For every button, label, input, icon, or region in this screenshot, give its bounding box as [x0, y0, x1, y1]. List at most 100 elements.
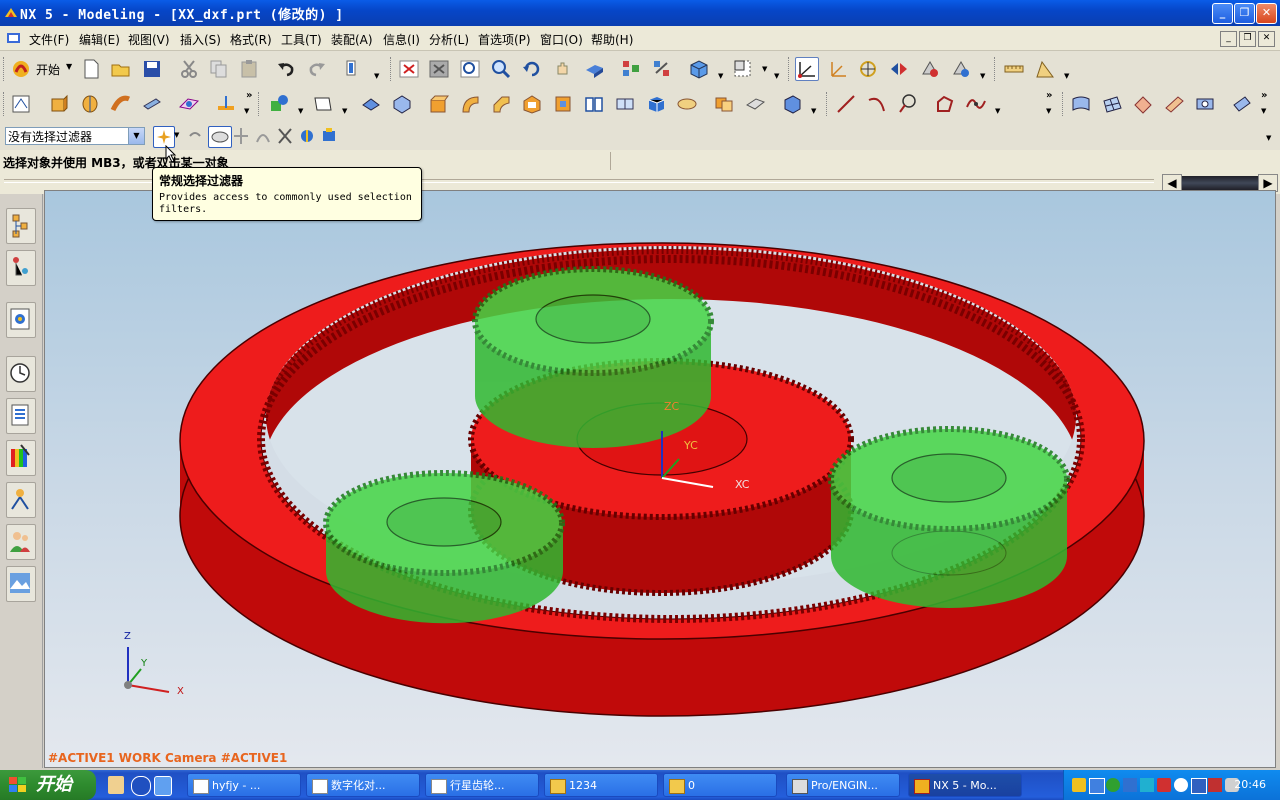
- tray-icon[interactable]: [1157, 778, 1171, 792]
- constraint-navigator-tab[interactable]: [6, 250, 36, 286]
- sew-icon[interactable]: [744, 93, 766, 115]
- point-icon[interactable]: [268, 93, 290, 115]
- reset-filter-icon[interactable]: [186, 126, 204, 146]
- system-visualization-tab[interactable]: [6, 566, 36, 602]
- menu-tools[interactable]: 工具(T): [281, 31, 322, 48]
- circle-icon[interactable]: [897, 93, 919, 115]
- history-tab[interactable]: [6, 356, 36, 392]
- toolbar-grip[interactable]: [994, 57, 998, 81]
- snap-point-icon[interactable]: [232, 126, 250, 146]
- orient-view-icon[interactable]: [732, 58, 754, 80]
- chevron-down-icon[interactable]: ▼: [774, 72, 779, 80]
- menu-information[interactable]: 信息(I): [383, 31, 420, 48]
- select-all-icon[interactable]: [208, 126, 232, 148]
- chevron-down-icon[interactable]: ▼: [174, 131, 179, 139]
- pattern-icon[interactable]: [781, 93, 803, 115]
- menu-assemblies[interactable]: 装配(A): [331, 31, 373, 48]
- menu-format[interactable]: 格式(R): [230, 31, 272, 48]
- tray-icon[interactable]: [1191, 778, 1207, 794]
- snap-quadrant-icon[interactable]: [298, 126, 316, 146]
- tray-icon[interactable]: [1140, 778, 1154, 792]
- reuse-library-tab[interactable]: [6, 398, 36, 434]
- clock[interactable]: 20:46: [1234, 778, 1266, 791]
- copy-icon[interactable]: [208, 58, 230, 80]
- menu-file[interactable]: 文件(F): [29, 31, 69, 48]
- taskbar-item[interactable]: 1234: [544, 773, 658, 797]
- tray-icon[interactable]: [1208, 778, 1222, 792]
- taskbar-item[interactable]: 行星齿轮...: [425, 773, 539, 797]
- line-icon[interactable]: [835, 93, 857, 115]
- polygon-icon[interactable]: [934, 93, 956, 115]
- menu-view[interactable]: 视图(V): [128, 31, 170, 48]
- palette-tab[interactable]: [6, 440, 36, 476]
- wcs-orient-icon[interactable]: [888, 58, 910, 80]
- gear-assembly-model[interactable]: [45, 191, 1276, 768]
- open-folder-icon[interactable]: [110, 58, 132, 80]
- tray-icon[interactable]: [1106, 778, 1120, 792]
- shell-icon[interactable]: [521, 93, 543, 115]
- tray-icon[interactable]: [1072, 778, 1086, 792]
- chevron-down-icon[interactable]: ▼: [128, 128, 144, 144]
- menu-help[interactable]: 帮助(H): [591, 31, 633, 48]
- toolbar-grip[interactable]: [3, 57, 7, 81]
- snap-intersect-icon[interactable]: [276, 126, 294, 146]
- redo-icon[interactable]: [306, 58, 328, 80]
- paste-icon[interactable]: [238, 58, 260, 80]
- wcs-rotate-icon[interactable]: [857, 58, 879, 80]
- zoom-icon[interactable]: [459, 58, 481, 80]
- menu-insert[interactable]: 插入(S): [180, 31, 221, 48]
- title-bar[interactable]: NX 5 - Modeling - [XX_dxf.prt (修改的) ] _ …: [0, 0, 1280, 26]
- mdi-minimize-button[interactable]: _: [1220, 31, 1237, 47]
- sweep-icon[interactable]: [110, 93, 132, 115]
- quicklaunch-hand-icon[interactable]: [108, 776, 124, 794]
- chamfer-icon[interactable]: [490, 93, 512, 115]
- surface-mesh-icon[interactable]: [1101, 93, 1123, 115]
- revolve-icon[interactable]: [79, 93, 101, 115]
- toolbar-grip[interactable]: [788, 57, 792, 81]
- surface-sweep-icon[interactable]: [1163, 93, 1185, 115]
- offset-face-icon[interactable]: [676, 93, 698, 115]
- start-button[interactable]: 开始: [0, 770, 96, 800]
- graphics-window[interactable]: ZC YC XC Z Y X #ACTIVE1 WORK Camera #ACT…: [44, 190, 1276, 768]
- snap-existing-point-icon[interactable]: [320, 126, 338, 146]
- rotate-icon[interactable]: [521, 58, 543, 80]
- process-studio-tab[interactable]: [6, 482, 36, 518]
- close-button[interactable]: ✕: [1256, 3, 1277, 24]
- plane-icon[interactable]: [312, 93, 334, 115]
- layer-settings-icon[interactable]: [651, 58, 673, 80]
- book-icon[interactable]: [583, 93, 605, 115]
- part-navigator-tab[interactable]: [6, 302, 36, 338]
- start-button[interactable]: 开始 ▼: [10, 58, 74, 80]
- arc-icon[interactable]: [866, 93, 888, 115]
- chevron-down-icon[interactable]: ▼: [244, 107, 249, 115]
- chevron-down-icon[interactable]: ▼: [995, 107, 1000, 115]
- chevron-down-icon[interactable]: ▼: [1261, 107, 1266, 115]
- render-style-icon[interactable]: [688, 58, 710, 80]
- toolbar-grip[interactable]: [1062, 92, 1066, 116]
- split-body-icon[interactable]: [614, 93, 636, 115]
- new-file-icon[interactable]: [80, 58, 102, 80]
- undo-icon[interactable]: [275, 58, 297, 80]
- chevron-down-icon[interactable]: ▼: [374, 72, 379, 80]
- toolbar-overflow-icon[interactable]: »: [1046, 90, 1052, 101]
- menu-window[interactable]: 窗口(O): [540, 31, 583, 48]
- datum-plane-icon[interactable]: [178, 93, 200, 115]
- measure-angle-icon[interactable]: [1034, 58, 1056, 80]
- chevron-down-icon[interactable]: ▼: [298, 107, 303, 115]
- information-icon[interactable]: [343, 58, 365, 80]
- document-icon[interactable]: [6, 31, 22, 45]
- type-filter-select[interactable]: 没有选择过滤器 ▼: [5, 127, 145, 145]
- menu-analysis[interactable]: 分析(L): [429, 31, 469, 48]
- quicklaunch-anchor-icon[interactable]: [131, 776, 151, 796]
- toolbar-grip[interactable]: [258, 92, 262, 116]
- tray-icon[interactable]: [1089, 778, 1105, 794]
- pad-icon[interactable]: [428, 93, 450, 115]
- wcs-display-icon[interactable]: [950, 58, 972, 80]
- perspective-icon[interactable]: [583, 58, 605, 80]
- chevron-down-icon[interactable]: ▼: [1064, 72, 1069, 80]
- chevron-down-icon[interactable]: ▼: [1046, 107, 1051, 115]
- roles-tab[interactable]: [6, 524, 36, 560]
- mdi-restore-button[interactable]: ❐: [1239, 31, 1256, 47]
- toolbar-overflow-icon[interactable]: »: [1261, 90, 1267, 101]
- scroll-thumb[interactable]: [1182, 176, 1258, 190]
